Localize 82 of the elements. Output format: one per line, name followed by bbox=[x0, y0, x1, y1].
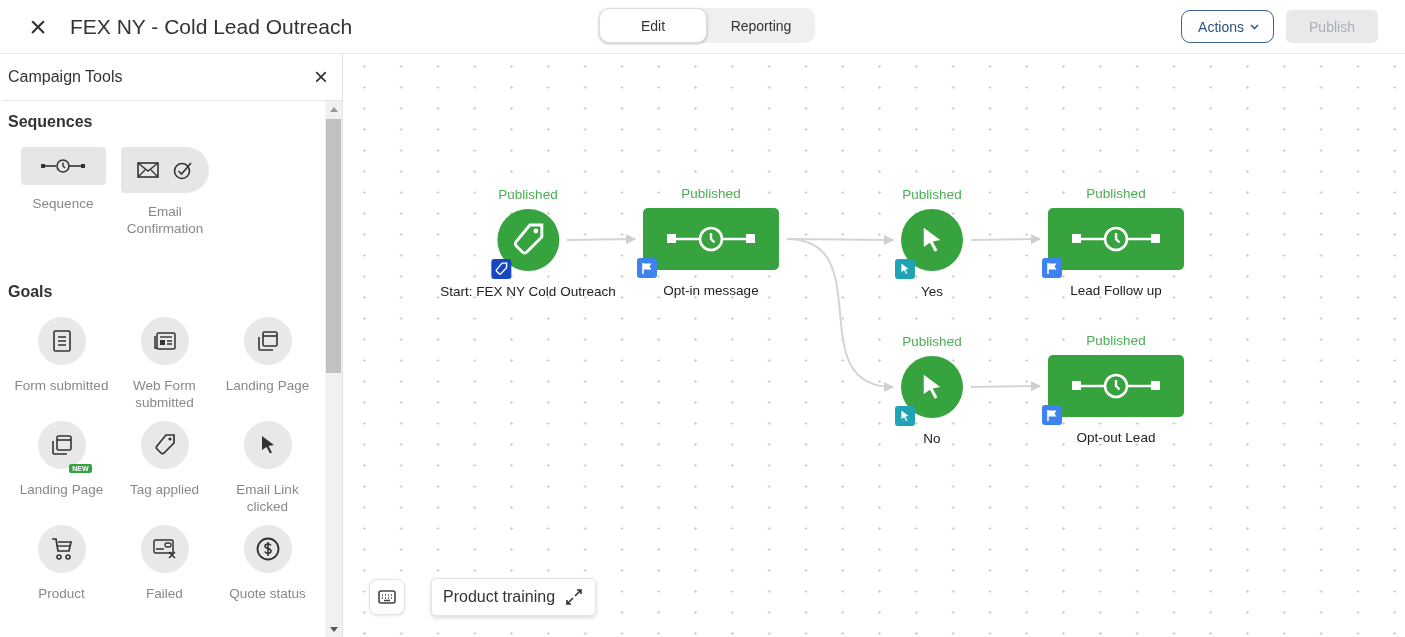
tool-label: Landing Page bbox=[18, 481, 105, 498]
scroll-down-icon[interactable] bbox=[329, 627, 338, 632]
cursor-icon bbox=[921, 373, 943, 401]
form-icon bbox=[52, 330, 71, 352]
cursor-badge-icon bbox=[895, 259, 915, 279]
tool-button[interactable] bbox=[37, 317, 86, 365]
web-form-icon bbox=[153, 332, 176, 350]
connector-arrow bbox=[566, 234, 636, 245]
cursor-icon bbox=[921, 226, 943, 254]
cursor-icon bbox=[259, 435, 276, 455]
tool-label: Product bbox=[37, 585, 86, 602]
node-status: Published bbox=[681, 186, 741, 202]
node-status: Published bbox=[902, 334, 962, 350]
tool-label: Landing Page bbox=[224, 377, 311, 394]
node-name: Lead Follow up bbox=[1070, 283, 1162, 298]
tool-label: Form submitted bbox=[13, 377, 110, 394]
tool-label: Tag applied bbox=[128, 481, 201, 498]
tool-button[interactable] bbox=[140, 525, 189, 573]
caret-icon bbox=[1250, 23, 1259, 30]
product-training-button[interactable]: Product training bbox=[431, 578, 597, 616]
sequence-node[interactable] bbox=[1048, 355, 1184, 417]
close-button[interactable]: × bbox=[314, 65, 328, 89]
sequence-icon bbox=[1071, 373, 1161, 399]
tool-label: Email Link clicked bbox=[235, 481, 300, 515]
sequence-icon bbox=[40, 159, 86, 173]
dollar-icon bbox=[255, 537, 280, 561]
node-name: Opt-in message bbox=[663, 283, 759, 298]
pages-icon bbox=[50, 434, 73, 456]
tool-button[interactable] bbox=[37, 525, 86, 573]
connector-arrow bbox=[970, 234, 1041, 245]
section-heading: Sequences bbox=[8, 113, 94, 131]
node-name: Yes bbox=[921, 284, 943, 299]
sequence-icon bbox=[666, 226, 756, 252]
card-x-icon bbox=[152, 539, 177, 559]
tool-tile[interactable] bbox=[121, 147, 209, 193]
view-tab[interactable]: Reporting bbox=[707, 8, 815, 43]
node-status: Published bbox=[1086, 333, 1146, 349]
keyboard-icon bbox=[378, 590, 396, 604]
node-name: No bbox=[923, 431, 941, 446]
scrollbar[interactable] bbox=[325, 101, 342, 637]
flag-badge-icon bbox=[1042, 405, 1062, 425]
flag-badge-icon bbox=[637, 258, 657, 278]
node-status: Published bbox=[498, 187, 558, 203]
actions-button[interactable]: Actions bbox=[1181, 10, 1274, 43]
tool-label: Quote status bbox=[228, 585, 307, 602]
panel-title: Campaign Tools bbox=[8, 68, 123, 86]
node-name: Start: FEX NY Cold Outreach bbox=[440, 284, 616, 299]
tool-button[interactable] bbox=[140, 421, 189, 469]
tag-badge-icon bbox=[491, 259, 511, 279]
tool-button[interactable] bbox=[243, 421, 292, 469]
sequence-node[interactable] bbox=[1048, 208, 1184, 270]
tool-label: Failed bbox=[145, 585, 184, 602]
tool-button[interactable] bbox=[243, 317, 292, 365]
tool-tile[interactable] bbox=[20, 147, 106, 185]
expand-icon bbox=[565, 588, 584, 606]
goal-node[interactable] bbox=[901, 356, 963, 418]
scrollbar-thumb[interactable] bbox=[326, 119, 341, 373]
view-tab[interactable]: Edit bbox=[599, 8, 707, 43]
flag-badge-icon bbox=[1042, 258, 1062, 278]
node-status: Published bbox=[902, 187, 962, 203]
tool-label: Web Form submitted bbox=[132, 377, 197, 411]
pages-icon bbox=[256, 330, 279, 352]
campaign-title: FEX NY - Cold Lead Outreach bbox=[70, 14, 353, 39]
cursor-badge-icon bbox=[895, 406, 915, 426]
envelope-icon bbox=[137, 162, 159, 178]
tool-button[interactable] bbox=[243, 525, 292, 573]
keyboard-button[interactable] bbox=[369, 579, 405, 615]
sequence-icon bbox=[1071, 226, 1161, 252]
tool-button[interactable] bbox=[140, 317, 189, 365]
close-button[interactable]: × bbox=[24, 11, 52, 42]
connector-arrow bbox=[970, 381, 1041, 392]
tag-icon bbox=[152, 433, 177, 457]
cart-icon bbox=[50, 537, 73, 561]
sequence-node[interactable] bbox=[643, 208, 779, 270]
section-heading: Goals bbox=[8, 283, 54, 301]
tool-label: Email Confirmation bbox=[125, 203, 205, 237]
node-name: Opt-out Lead bbox=[1076, 430, 1156, 445]
node-status: Published bbox=[1086, 186, 1146, 202]
goal-node[interactable] bbox=[497, 209, 559, 271]
goal-node[interactable] bbox=[901, 209, 963, 271]
check-circle-icon bbox=[173, 160, 193, 180]
tool-label: Sequence bbox=[31, 195, 95, 212]
